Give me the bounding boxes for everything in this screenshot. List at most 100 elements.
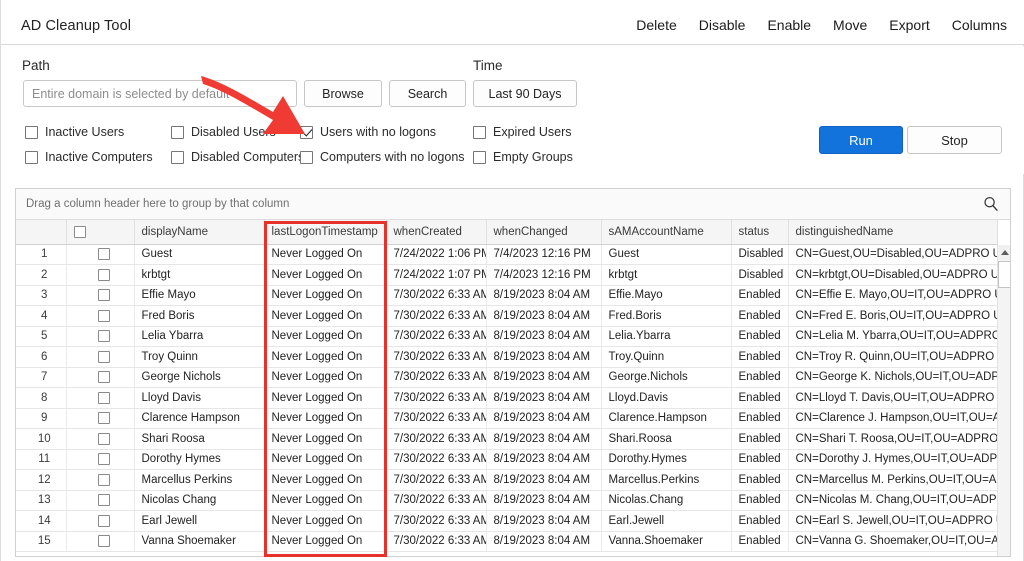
table-row[interactable]: 6 Troy Quinn Never Logged On 7/30/2022 6:33… [16, 346, 998, 368]
scrollbar-thumb[interactable] [998, 261, 1010, 288]
table-row[interactable]: 7 George Nichols Never Logged On 7/30/2022 … [16, 367, 998, 388]
disabled-computers-checkbox-box[interactable] [171, 150, 184, 164]
computers-with-no-logons-checkbox-box[interactable] [300, 150, 313, 164]
row-select-cell[interactable] [66, 408, 135, 429]
expired-users-checkbox[interactable]: Expired Users [473, 125, 572, 139]
row-select-cell[interactable] [66, 449, 135, 470]
row-number: 3 [16, 285, 67, 306]
empty-groups-checkbox-box[interactable] [473, 150, 486, 164]
inactive-computers-checkbox[interactable]: Inactive Computers [25, 150, 153, 164]
nav-delete-button[interactable]: Delete [636, 17, 676, 33]
disabled-users-checkbox-box[interactable] [171, 125, 184, 139]
table-row[interactable]: 9 Clarence Hampson Never Logged On 7/30/202… [16, 408, 998, 429]
inactive-computers-checkbox-box[interactable] [25, 150, 38, 164]
row-select-cell[interactable] [66, 346, 135, 368]
cell-sAMAccountName: Lloyd.Davis [601, 387, 732, 409]
cell-displayName: Guest [134, 244, 265, 265]
table-row[interactable]: 1 Guest Never Logged On 7/24/2022 1:06 PM 7/… [16, 244, 998, 265]
row-select-cell[interactable] [66, 510, 135, 532]
table-row[interactable]: 14 Earl Jewell Never Logged On 7/30/2022 6:… [16, 510, 998, 532]
row-select-cell[interactable] [66, 305, 135, 327]
row-select-cell[interactable] [66, 244, 135, 265]
row-select-cell[interactable] [66, 531, 135, 552]
row-checkbox[interactable] [97, 432, 110, 445]
column-header-lastLogonTimestamp[interactable]: lastLogonTimestamp [264, 220, 387, 245]
group-by-dropzone[interactable]: Drag a column header here to group by th… [16, 189, 1010, 220]
cell-status: Disabled [731, 244, 789, 265]
search-icon[interactable] [982, 195, 1000, 213]
table-row[interactable]: 13 Nicolas Chang Never Logged On 7/30/2022 … [16, 490, 998, 511]
row-checkbox[interactable] [97, 412, 110, 425]
row-checkbox[interactable] [97, 268, 110, 281]
row-checkbox[interactable] [97, 494, 110, 507]
search-button[interactable]: Search [389, 80, 466, 107]
row-checkbox[interactable] [97, 289, 110, 302]
users-with-no-logons-checkbox[interactable]: Users with no logons [300, 125, 436, 139]
cell-displayName: Earl Jewell [134, 510, 265, 532]
row-select-cell[interactable] [66, 285, 135, 306]
row-checkbox[interactable] [97, 309, 110, 322]
cell-displayName: George Nichols [134, 367, 265, 388]
column-header-sAMAccountName[interactable]: sAMAccountName [601, 220, 732, 245]
table-row[interactable]: 5 Lelia Ybarra Never Logged On 7/30/2022 6:… [16, 326, 998, 347]
browse-button[interactable]: Browse [304, 80, 382, 107]
row-select-cell[interactable] [66, 264, 135, 286]
disabled-users-checkbox[interactable]: Disabled Users [171, 125, 276, 139]
cell-whenChanged: 8/19/2023 8:04 AM [486, 469, 602, 491]
column-header-whenChanged[interactable]: whenChanged [486, 220, 602, 245]
cell-status: Enabled [731, 285, 789, 306]
row-checkbox[interactable] [97, 473, 110, 486]
nav-disable-button[interactable]: Disable [699, 17, 746, 33]
cell-whenCreated: 7/24/2022 1:06 PM [386, 244, 487, 265]
row-select-cell[interactable] [66, 490, 135, 511]
path-input[interactable] [23, 80, 297, 107]
row-checkbox[interactable] [97, 391, 110, 404]
column-header-status[interactable]: status [731, 220, 789, 245]
select-all-checkbox[interactable] [73, 225, 86, 238]
row-checkbox[interactable] [97, 371, 110, 384]
row-select-cell[interactable] [66, 469, 135, 491]
nav-export-button[interactable]: Export [889, 17, 929, 33]
row-checkbox[interactable] [97, 330, 110, 343]
inactive-users-checkbox-box[interactable] [25, 125, 38, 139]
cell-sAMAccountName: Troy.Quinn [601, 346, 732, 368]
users-with-no-logons-checkbox-box[interactable] [300, 125, 313, 139]
row-select-cell[interactable] [66, 387, 135, 409]
empty-groups-checkbox[interactable]: Empty Groups [473, 150, 573, 164]
column-header-whenCreated[interactable]: whenCreated [386, 220, 487, 245]
nav-move-button[interactable]: Move [833, 17, 867, 33]
select-all-header[interactable] [66, 220, 135, 245]
nav-columns-button[interactable]: Columns [952, 17, 1007, 33]
cell-sAMAccountName: Shari.Roosa [601, 428, 732, 450]
row-checkbox[interactable] [97, 453, 110, 466]
row-select-cell[interactable] [66, 367, 135, 388]
table-row[interactable]: 10 Shari Roosa Never Logged On 7/30/2022 6:… [16, 428, 998, 450]
table-row[interactable]: 15 Vanna Shoemaker Never Logged On 7/30/202… [16, 531, 998, 552]
table-row[interactable]: 3 Effie Mayo Never Logged On 7/30/2022 6:33… [16, 285, 998, 306]
nav-enable-button[interactable]: Enable [767, 17, 811, 33]
row-select-cell[interactable] [66, 326, 135, 347]
cell-lastLogonTimestamp: Never Logged On [264, 510, 387, 532]
column-header-distinguishedName[interactable]: distinguishedName [788, 220, 998, 245]
row-checkbox[interactable] [97, 248, 110, 261]
disabled-computers-checkbox[interactable]: Disabled Computers [171, 150, 304, 164]
time-range-select[interactable]: Last 90 Days [473, 80, 577, 107]
table-row[interactable]: 4 Fred Boris Never Logged On 7/30/2022 6:33… [16, 305, 998, 327]
row-select-cell[interactable] [66, 428, 135, 450]
row-checkbox[interactable] [97, 350, 110, 363]
cell-whenCreated: 7/30/2022 6:33 AM [386, 531, 487, 552]
cell-whenCreated: 7/30/2022 6:33 AM [386, 367, 487, 388]
table-row[interactable]: 12 Marcellus Perkins Never Logged On 7/30/2… [16, 469, 998, 491]
vertical-scrollbar[interactable] [997, 245, 1010, 556]
computers-with-no-logons-checkbox[interactable]: Computers with no logons [300, 150, 465, 164]
table-row[interactable]: 2 krbtgt Never Logged On 7/24/2022 1:07 PM 7… [16, 264, 998, 286]
row-number: 7 [16, 367, 67, 388]
table-row[interactable]: 11 Dorothy Hymes Never Logged On 7/30/2022 … [16, 449, 998, 470]
table-row[interactable]: 8 Lloyd Davis Never Logged On 7/30/2022 6:3… [16, 387, 998, 409]
row-checkbox[interactable] [97, 514, 110, 527]
column-header-displayName[interactable]: displayName [134, 220, 265, 245]
expired-users-checkbox-box[interactable] [473, 125, 486, 139]
scroll-up-arrow-icon[interactable] [998, 245, 1010, 260]
inactive-users-checkbox[interactable]: Inactive Users [25, 125, 124, 139]
row-checkbox[interactable] [97, 535, 110, 548]
